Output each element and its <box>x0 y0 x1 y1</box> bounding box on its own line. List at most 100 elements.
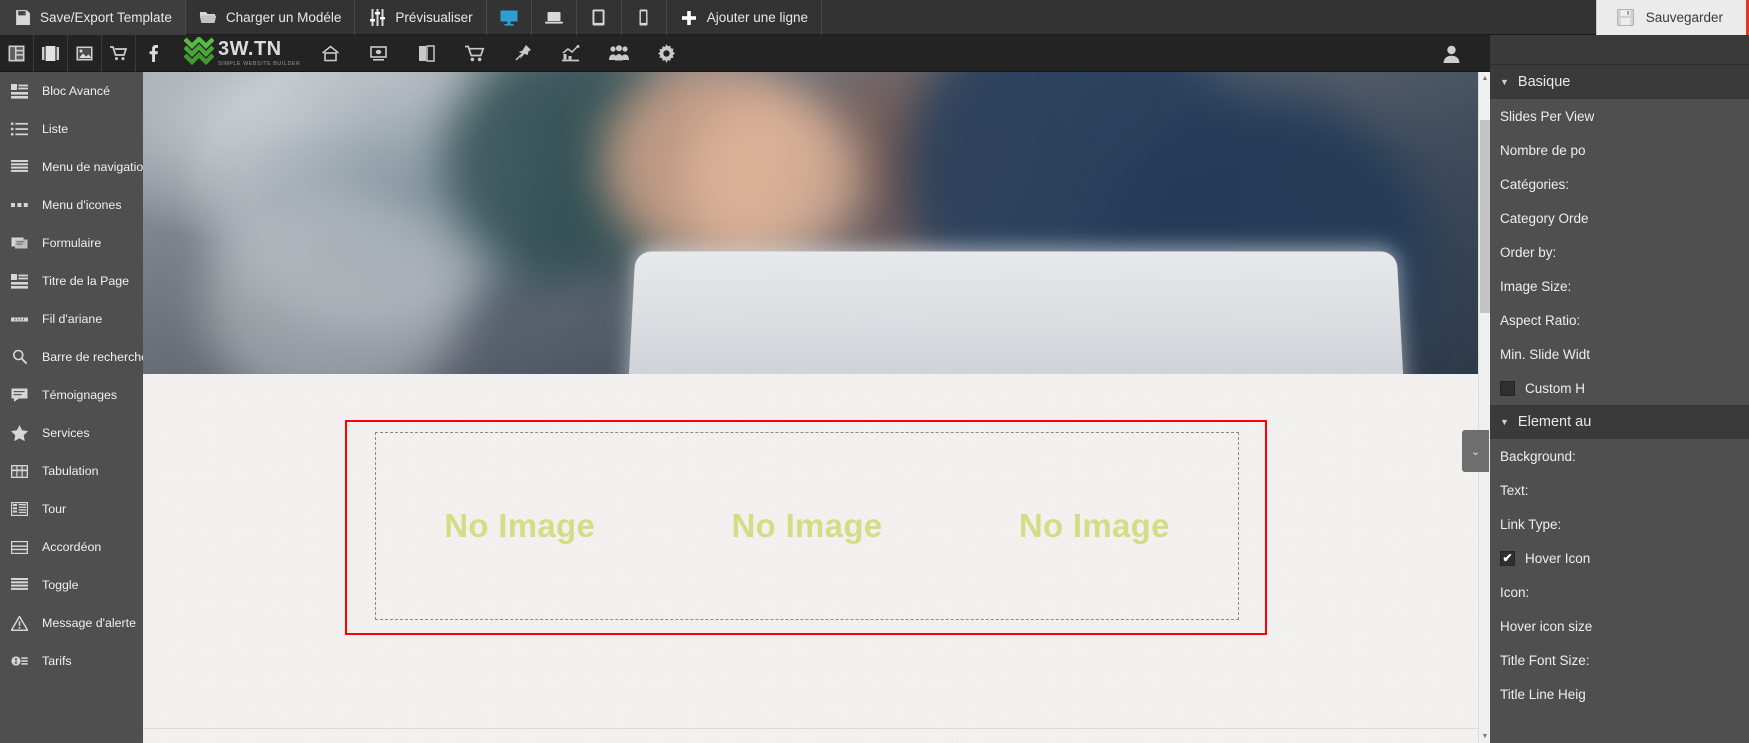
checkbox-box[interactable]: ✔ <box>1500 550 1515 566</box>
sidebar-label: Bloc Avancé <box>42 84 110 98</box>
field-icon[interactable]: Icon: <box>1490 575 1749 609</box>
save-button[interactable]: Sauvegarder <box>1595 0 1749 35</box>
icon-menu-icon <box>10 196 29 215</box>
shopping-cart-icon[interactable] <box>451 35 499 72</box>
sidebar-label: Liste <box>42 122 69 136</box>
field-link-type[interactable]: Link Type: <box>1490 507 1749 541</box>
section-title: Basique <box>1517 74 1571 90</box>
canvas-scrollbar[interactable]: ▲ ▼ <box>1478 72 1490 743</box>
field-order-by[interactable]: Order by: <box>1490 235 1749 269</box>
save-export-template-button[interactable]: Save/Export Template <box>0 0 186 35</box>
no-image-placeholder: No Image <box>731 507 883 544</box>
sidebar-item-tarifs[interactable]: Tarifs <box>0 642 143 680</box>
tour-icon <box>10 500 29 519</box>
image-icon[interactable] <box>68 34 102 72</box>
field-nombre-de-posts[interactable]: Nombre de po <box>1490 133 1749 167</box>
field-label: Title Font Size: <box>1500 652 1590 668</box>
gear-icon[interactable] <box>643 35 691 72</box>
image-gallery-placeholder[interactable]: No Image No Image No Image <box>375 432 1239 620</box>
field-image-size[interactable]: Image Size: <box>1490 269 1749 303</box>
layout-icon[interactable] <box>0 34 34 72</box>
device-laptop-button[interactable] <box>532 0 577 35</box>
sidebar-item-menu-navigation[interactable]: Menu de navigation <box>0 148 143 186</box>
breadcrumb-icon <box>10 310 29 329</box>
sidebar-item-bloc-avance[interactable]: Bloc Avancé <box>0 72 143 110</box>
sidebar-item-message-alerte[interactable]: Message d'alerte <box>0 604 143 642</box>
user-icon[interactable] <box>1431 35 1471 72</box>
tablet-icon <box>590 9 608 27</box>
sidebar-label: Fil d'ariane <box>42 312 103 326</box>
sidebar-item-liste[interactable]: Liste <box>0 110 143 148</box>
page-title-icon <box>10 272 29 291</box>
form-icon <box>10 234 29 253</box>
field-label: Hover icon size <box>1500 618 1593 634</box>
brand-logo[interactable]: 3W.TN SIMPLE WEBSITE BUILDER <box>183 35 301 70</box>
selected-row-block[interactable]: No Image No Image No Image <box>345 420 1267 635</box>
save-label: Sauvegarder <box>1645 10 1723 25</box>
facebook-icon[interactable] <box>136 35 170 72</box>
sidebar-item-formulaire[interactable]: Formulaire <box>0 224 143 262</box>
sidebar-item-tour[interactable]: Tour <box>0 490 143 528</box>
caret-down-icon: ▼ <box>1500 417 1509 427</box>
device-mobile-button[interactable] <box>622 0 667 35</box>
sidebar-item-tabulation[interactable]: Tabulation <box>0 452 143 490</box>
sidebar-label: Menu d'icones <box>42 198 122 212</box>
sidebar-item-barre-recherche[interactable]: Barre de recherche <box>0 338 143 376</box>
monitor-icon <box>500 9 518 27</box>
field-min-slide-width[interactable]: Min. Slide Widt <box>1490 337 1749 371</box>
checkbox-hover-icon[interactable]: ✔ Hover Icon <box>1490 541 1749 575</box>
save-export-template-label: Save/Export Template <box>40 10 172 25</box>
scrollbar-thumb[interactable] <box>1480 120 1490 313</box>
folder-open-icon <box>199 9 217 27</box>
logo-chevron-icon <box>183 35 215 70</box>
sidebar-item-toggle[interactable]: Toggle <box>0 566 143 604</box>
device-tablet-button[interactable] <box>577 0 622 35</box>
book-icon[interactable] <box>403 35 451 72</box>
checkbox-label: Hover Icon <box>1525 550 1591 566</box>
preview-button[interactable]: Prévisualiser <box>355 0 487 35</box>
panel-collapse-button[interactable]: ⌄ <box>1462 430 1489 472</box>
sidebar-item-fil-ariane[interactable]: Fil d'ariane <box>0 300 143 338</box>
users-icon[interactable] <box>595 35 643 72</box>
field-label: Nombre de po <box>1500 142 1586 158</box>
sidebar-item-menu-icones[interactable]: Menu d'icones <box>0 186 143 224</box>
field-title-line-height[interactable]: Title Line Heig <box>1490 677 1749 711</box>
accordion-icon <box>10 538 29 557</box>
field-aspect-ratio[interactable]: Aspect Ratio: <box>1490 303 1749 337</box>
field-label: Image Size: <box>1500 278 1572 294</box>
section-header-element-au[interactable]: ▼ Element au <box>1490 405 1749 439</box>
field-categories[interactable]: Catégories: <box>1490 167 1749 201</box>
checkbox-custom-height[interactable]: Custom H <box>1490 371 1749 405</box>
sidebar-item-temoignages[interactable]: Témoignages <box>0 376 143 414</box>
field-slides-per-view[interactable]: Slides Per View <box>1490 99 1749 133</box>
sidebar-label: Titre de la Page <box>42 274 130 288</box>
pin-icon[interactable] <box>499 35 547 72</box>
add-row-button[interactable]: Ajouter une ligne <box>667 0 823 35</box>
field-background[interactable]: Background: <box>1490 439 1749 473</box>
projector-icon[interactable] <box>355 35 403 72</box>
slideshow-icon[interactable] <box>34 34 68 72</box>
load-template-button[interactable]: Charger un Modéle <box>186 0 356 35</box>
cart-icon[interactable] <box>102 34 136 72</box>
field-label: Min. Slide Widt <box>1500 346 1591 362</box>
checkbox-box[interactable] <box>1500 380 1515 396</box>
hero-image <box>143 72 1478 374</box>
field-text[interactable]: Text: <box>1490 473 1749 507</box>
field-category-order[interactable]: Category Orde <box>1490 201 1749 235</box>
chart-icon[interactable] <box>547 35 595 72</box>
device-desktop-button[interactable] <box>487 0 532 35</box>
field-title-font-size[interactable]: Title Font Size: <box>1490 643 1749 677</box>
home-icon[interactable] <box>307 35 355 72</box>
page-divider <box>143 728 1478 729</box>
field-hover-icon-size[interactable]: Hover icon size <box>1490 609 1749 643</box>
load-template-label: Charger un Modéle <box>225 10 342 25</box>
sidebar-item-titre-page[interactable]: Titre de la Page <box>0 262 143 300</box>
no-image-placeholder: No Image <box>444 507 596 544</box>
sidebar-item-services[interactable]: Services <box>0 414 143 452</box>
sidebar-item-accordeon[interactable]: Accordéon <box>0 528 143 566</box>
section-header-basique[interactable]: ▼ Basique <box>1490 65 1749 99</box>
plus-icon <box>680 9 698 27</box>
editor-canvas[interactable]: No Image No Image No Image <box>143 72 1478 743</box>
mobile-icon <box>635 9 653 27</box>
field-label: Catégories: <box>1500 176 1570 192</box>
